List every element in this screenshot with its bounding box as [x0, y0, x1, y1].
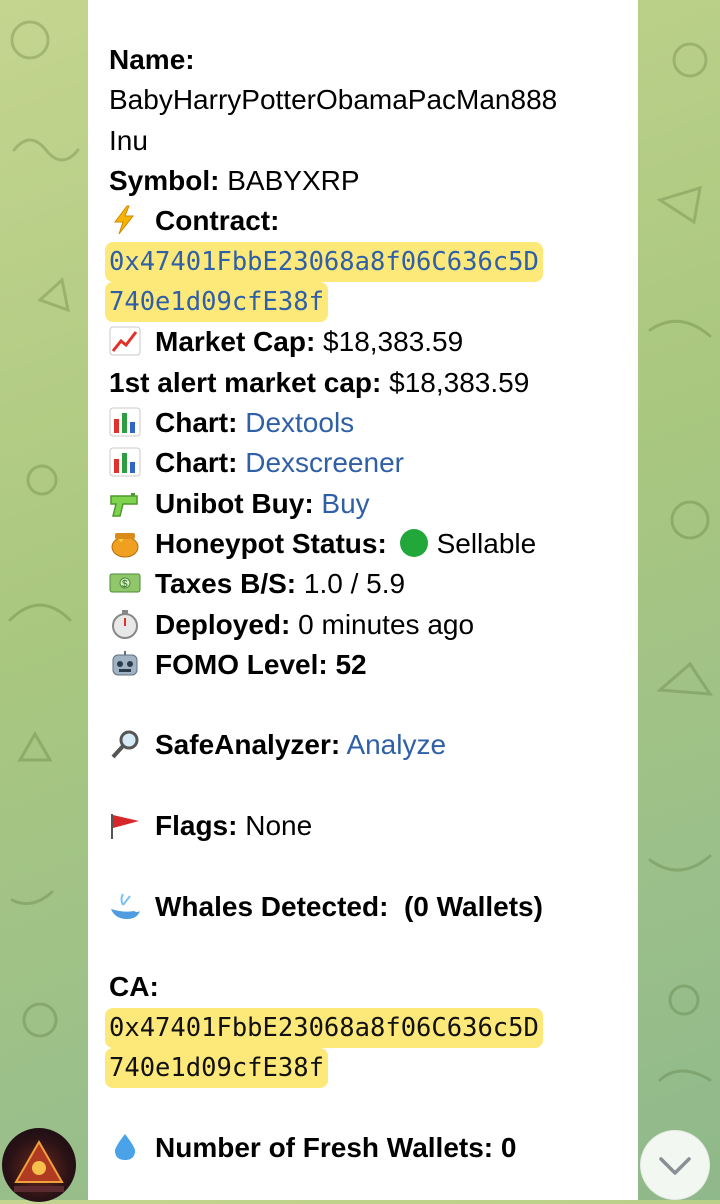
ca-row: CA: — [109, 971, 159, 1003]
contract-row: Contract: — [109, 201, 638, 241]
symbol-value: BABYXRP — [227, 164, 360, 196]
safeanalyzer-label: SafeAnalyzer — [155, 729, 331, 761]
ca-label: CA — [109, 971, 150, 1003]
fomo-label: FOMO Level — [155, 648, 319, 680]
deployed-row: Deployed: 0 minutes ago — [109, 605, 638, 645]
honeypot-row: Honeypot Status: Sellable — [109, 524, 638, 564]
spouting-whale-icon — [109, 891, 141, 921]
flags-row: Flags: None — [109, 806, 638, 846]
first-alert-value: $18,383.59 — [389, 366, 530, 398]
fomo-row: FOMO Level: 52 — [109, 645, 638, 685]
contract-address-line1[interactable]: 0x47401FbbE23068a8f06C636c5D — [105, 242, 543, 283]
market-cap-label: Market Cap — [155, 326, 306, 358]
taxes-value: 1.0 / 5.9 — [303, 568, 406, 600]
market-cap-row: Market Cap: $18,383.59 — [109, 322, 638, 362]
unibot-label: Unibot Buy — [155, 487, 305, 519]
water-pistol-icon — [109, 488, 141, 518]
market-cap-value: $18,383.59 — [323, 326, 464, 358]
ca-address-line2[interactable]: 740e1d09cfE38f — [105, 1047, 328, 1088]
deployed-label: Deployed — [155, 608, 282, 640]
flags-value: None — [245, 810, 313, 842]
fresh-wallets-row: Number of Fresh Wallets: 0 — [109, 1128, 638, 1168]
fresh-value: 0 — [500, 1131, 517, 1163]
name-value-line2: Inu — [109, 124, 148, 156]
dexscreener-link[interactable]: Dexscreener — [245, 447, 404, 478]
robot-icon — [109, 649, 141, 679]
symbol-row: Symbol: BABYXRP — [109, 164, 360, 196]
dextools-link[interactable]: Dextools — [245, 407, 354, 438]
magnifying-glass-icon — [109, 729, 141, 759]
safeanalyzer-row: SafeAnalyzer: Analyze — [109, 725, 638, 765]
analyze-link[interactable]: Analyze — [346, 729, 446, 760]
contract-address-block[interactable]: 0x47401FbbE23068a8f06C636c5D 740e1d09cfE… — [105, 242, 638, 323]
deployed-value: 0 minutes ago — [298, 608, 475, 640]
ca-address-line1[interactable]: 0x47401FbbE23068a8f06C636c5D — [105, 1007, 543, 1048]
chart1-label: Chart — [155, 407, 229, 439]
stopwatch-icon — [109, 609, 141, 639]
svg-text:$: $ — [122, 579, 128, 590]
scroll-down-button[interactable] — [640, 1130, 710, 1200]
avatar-art — [14, 1139, 64, 1192]
unibot-row: Unibot Buy: Buy — [109, 484, 638, 524]
fomo-value: 52 — [335, 648, 367, 680]
honeypot-value: Sellable — [436, 527, 537, 559]
taxes-row: $ Taxes B/S: 1.0 / 5.9 — [109, 564, 638, 604]
unibot-buy-link[interactable]: Buy — [321, 488, 369, 519]
chart2-label: Chart — [155, 447, 229, 479]
droplet-icon — [109, 1132, 141, 1162]
chevron-down-icon — [659, 1157, 691, 1175]
message-bubble: Name: BabyHarryPotterObamaPacMan888 Inu … — [88, 0, 638, 1200]
whales-label: Whales Detected — [155, 890, 380, 922]
chart-increasing-icon — [109, 326, 141, 356]
name-value-line1: BabyHarryPotterObamaPacMan888 — [109, 84, 558, 116]
whales-row: Whales Detected: (0 Wallets) — [109, 887, 638, 927]
first-alert-label: 1st alert market cap — [109, 366, 373, 398]
bar-chart-icon — [109, 447, 141, 477]
sender-avatar[interactable] — [2, 1128, 76, 1202]
fresh-label: Number of Fresh Wallets — [155, 1131, 484, 1163]
honey-pot-icon — [109, 528, 141, 558]
first-alert-row: 1st alert market cap: $18,383.59 — [109, 366, 530, 398]
contract-address-line2[interactable]: 740e1d09cfE38f — [105, 282, 328, 323]
red-flag-icon — [109, 810, 141, 840]
chart-dexscreener-row: Chart: Dexscreener — [109, 443, 638, 483]
green-circle-icon — [399, 528, 429, 558]
flags-label: Flags — [155, 810, 229, 842]
bar-chart-icon — [109, 407, 141, 437]
name-label: Name — [109, 44, 186, 75]
lightning-icon — [109, 205, 141, 235]
chart-dextools-row: Chart: Dextools — [109, 403, 638, 443]
ca-address-block[interactable]: 0x47401FbbE23068a8f06C636c5D 740e1d09cfE… — [105, 1007, 638, 1088]
contract-label: Contract — [155, 205, 271, 237]
dollar-banknote-icon: $ — [109, 568, 141, 598]
name-row: Name: — [109, 44, 195, 75]
whales-value: (0 Wallets) — [403, 890, 543, 922]
honeypot-label: Honeypot Status — [155, 527, 378, 559]
symbol-label: Symbol — [109, 164, 211, 196]
taxes-label: Taxes B/S — [155, 568, 287, 600]
